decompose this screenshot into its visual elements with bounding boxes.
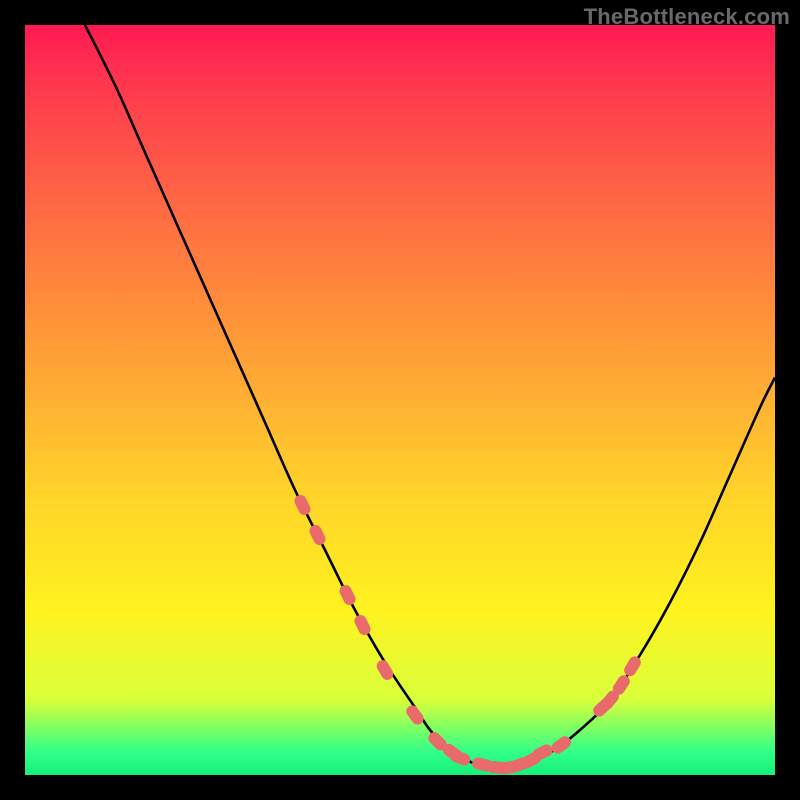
curve-marker [337, 583, 357, 607]
bottleneck-curve [25, 25, 775, 775]
curve-marker [307, 523, 327, 547]
curve-marker [404, 703, 426, 727]
watermark-label: TheBottleneck.com [584, 4, 790, 30]
curve-markers [292, 493, 643, 775]
curve-path [85, 25, 775, 768]
curve-marker [292, 493, 312, 517]
plot-area [25, 25, 775, 775]
curve-marker [622, 654, 643, 678]
curve-marker [352, 613, 372, 637]
chart-frame: TheBottleneck.com [0, 0, 800, 800]
curve-marker [375, 658, 396, 682]
